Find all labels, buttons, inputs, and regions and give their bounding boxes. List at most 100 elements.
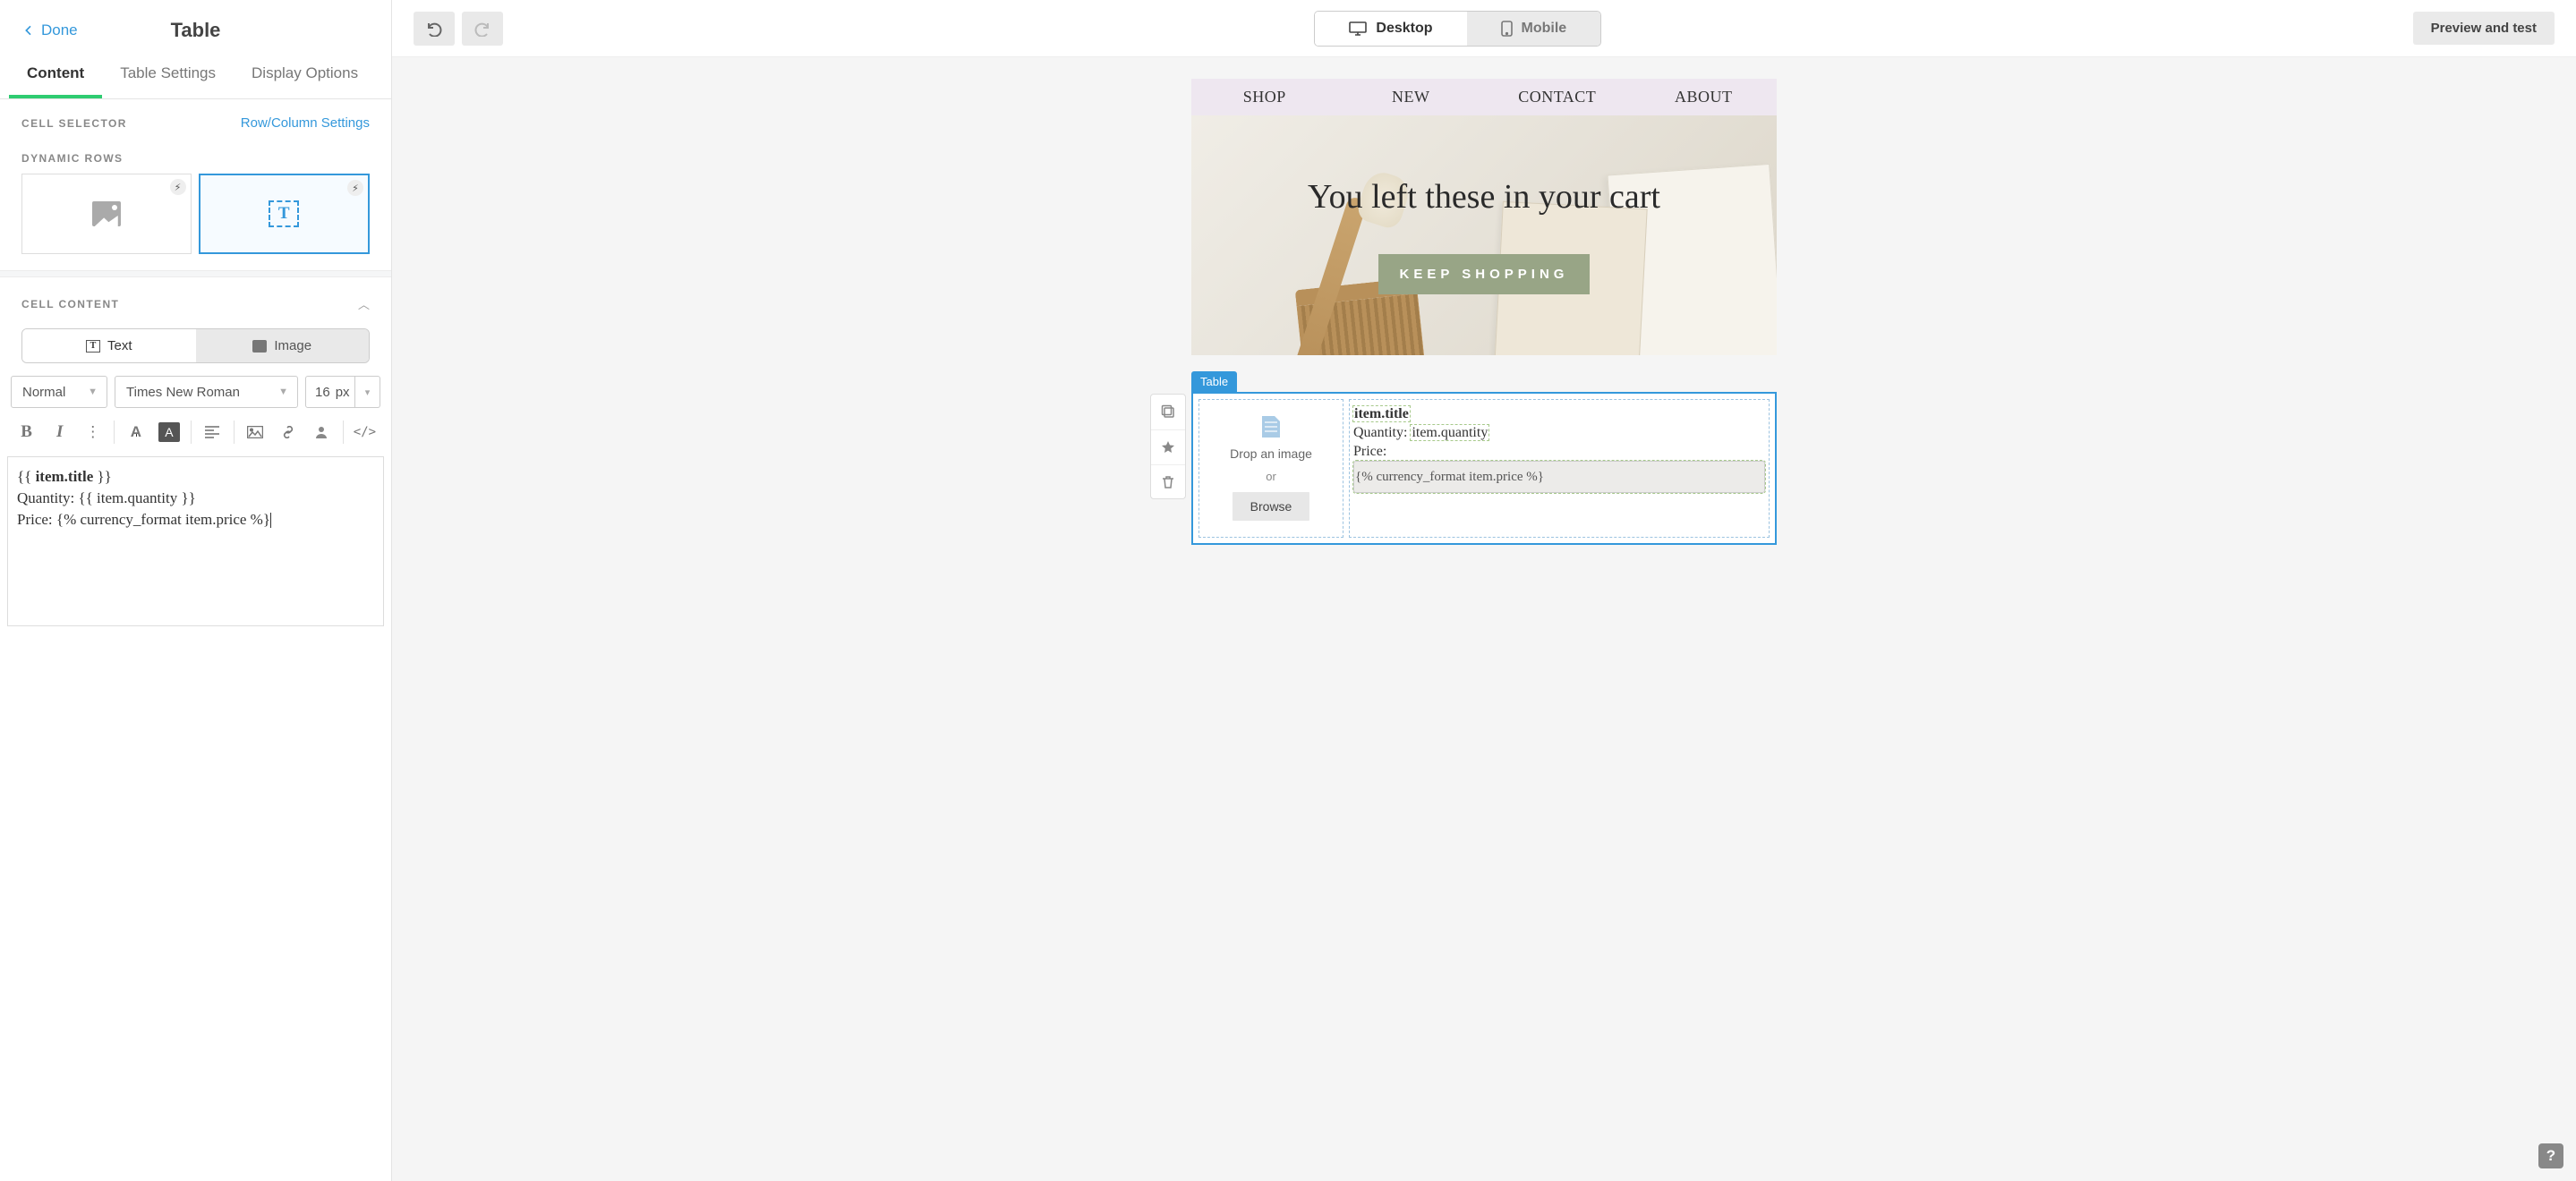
dynamic-rows-label: DYNAMIC ROWS bbox=[21, 152, 370, 165]
email-preview: SHOP NEW CONTACT ABOUT You left these in… bbox=[1191, 79, 1777, 1181]
tab-display-options[interactable]: Display Options bbox=[234, 52, 376, 98]
collapse-section-button[interactable]: ︿ bbox=[358, 295, 370, 312]
cell-selector-label: CELL SELECTOR bbox=[21, 117, 127, 130]
device-switch: Desktop Mobile bbox=[1314, 11, 1601, 47]
canvas-area: Desktop Mobile Preview and test SHOP NEW… bbox=[392, 0, 2576, 1181]
file-icon bbox=[1262, 416, 1280, 438]
tab-content[interactable]: Content bbox=[9, 52, 102, 98]
mobile-icon bbox=[1501, 21, 1513, 37]
undo-icon bbox=[425, 21, 443, 37]
panel-title: Table bbox=[171, 19, 221, 42]
desktop-icon bbox=[1349, 21, 1367, 36]
trash-icon bbox=[1162, 475, 1174, 489]
insert-link-button[interactable] bbox=[273, 417, 304, 447]
insert-personalization-button[interactable] bbox=[306, 417, 337, 447]
image-placeholder-icon bbox=[92, 201, 121, 226]
email-nav: SHOP NEW CONTACT ABOUT bbox=[1191, 79, 1777, 115]
font-family-select[interactable]: Times New Roman ▼ bbox=[115, 376, 298, 408]
font-size-unit: px bbox=[336, 385, 350, 400]
text-toolbar: B I ⋮ A A </> bbox=[0, 408, 391, 456]
content-type-text-label: Text bbox=[107, 338, 132, 353]
bolt-icon: ⚡︎ bbox=[347, 180, 363, 196]
caret-down-icon: ▼ bbox=[278, 387, 288, 397]
cell-line: Price: {% currency_format item.price %} bbox=[1353, 443, 1765, 494]
caret-down-icon: ▼ bbox=[88, 387, 98, 397]
row-column-settings-link[interactable]: Row/Column Settings bbox=[241, 115, 370, 131]
panel-tabs: Content Table Settings Display Options bbox=[0, 52, 391, 99]
editor-line: {{ item.title }} bbox=[17, 466, 374, 488]
tab-table-settings[interactable]: Table Settings bbox=[102, 52, 234, 98]
content-type-image-label: Image bbox=[274, 338, 311, 353]
align-button[interactable] bbox=[196, 417, 227, 447]
save-block-button[interactable] bbox=[1151, 429, 1185, 463]
device-desktop-label: Desktop bbox=[1376, 21, 1432, 37]
insert-image-button[interactable] bbox=[240, 417, 271, 447]
duplicate-block-button[interactable] bbox=[1151, 395, 1185, 429]
cell-line: Quantity: item.quantity bbox=[1353, 424, 1765, 443]
device-mobile[interactable]: Mobile bbox=[1467, 12, 1601, 46]
editor-side-panel: Done Table Content Table Settings Displa… bbox=[0, 0, 392, 1181]
toolbar-separator bbox=[191, 421, 192, 444]
token-item-quantity: item.quantity bbox=[1411, 425, 1488, 440]
toolbar-separator bbox=[234, 421, 235, 444]
toolbar-separator bbox=[114, 421, 115, 444]
font-size-input[interactable]: 16 px bbox=[305, 376, 355, 408]
device-mobile-label: Mobile bbox=[1522, 21, 1567, 37]
cell-line: item.title bbox=[1353, 405, 1765, 424]
drop-image-label: Drop an image bbox=[1230, 446, 1312, 461]
hero-cta-button[interactable]: KEEP SHOPPING bbox=[1378, 254, 1591, 294]
done-label: Done bbox=[41, 21, 78, 39]
bolt-icon: ⚡︎ bbox=[170, 179, 186, 195]
device-desktop[interactable]: Desktop bbox=[1315, 12, 1466, 46]
text-cell[interactable]: item.title Quantity: item.quantity Price… bbox=[1349, 399, 1770, 538]
table-block[interactable]: Drop an image or Browse item.title Quant… bbox=[1191, 392, 1777, 545]
nav-about[interactable]: ABOUT bbox=[1631, 79, 1778, 115]
italic-button[interactable]: I bbox=[44, 417, 75, 447]
redo-icon bbox=[473, 21, 491, 37]
person-icon bbox=[314, 425, 328, 439]
copy-icon bbox=[1161, 404, 1175, 419]
block-floating-tools bbox=[1150, 394, 1186, 499]
cell-content-label: CELL CONTENT bbox=[21, 298, 119, 310]
text-editor[interactable]: {{ item.title }} Quantity: {{ item.quant… bbox=[7, 456, 384, 626]
nav-contact[interactable]: CONTACT bbox=[1484, 79, 1631, 115]
code-view-button[interactable]: </> bbox=[349, 417, 380, 447]
drop-or-label: or bbox=[1266, 470, 1276, 483]
dynamic-row-image-cell[interactable]: ⚡︎ bbox=[21, 174, 192, 254]
delete-block-button[interactable] bbox=[1151, 464, 1185, 498]
bold-button[interactable]: B bbox=[11, 417, 42, 447]
canvas-toolbar: Desktop Mobile Preview and test bbox=[392, 0, 2576, 57]
undo-button[interactable] bbox=[414, 12, 455, 46]
redo-button[interactable] bbox=[462, 12, 503, 46]
hero-block[interactable]: You left these in your cart KEEP SHOPPIN… bbox=[1191, 115, 1777, 355]
editor-line: Quantity: {{ item.quantity }} bbox=[17, 488, 374, 509]
help-button[interactable]: ? bbox=[2538, 1143, 2563, 1168]
image-drop-cell[interactable]: Drop an image or Browse bbox=[1198, 399, 1343, 538]
done-button[interactable]: Done bbox=[21, 21, 78, 39]
dynamic-row-text-cell[interactable]: ⚡︎ T bbox=[199, 174, 371, 254]
preview-and-test-button[interactable]: Preview and test bbox=[2413, 12, 2555, 45]
link-icon bbox=[280, 426, 296, 438]
text-color-button[interactable]: A bbox=[120, 417, 151, 447]
more-format-button[interactable]: ⋮ bbox=[77, 417, 108, 447]
text-style-select[interactable]: Normal ▼ bbox=[11, 376, 107, 408]
star-icon bbox=[1161, 440, 1175, 455]
content-type-text[interactable]: T Text bbox=[22, 329, 196, 362]
content-type-image[interactable]: Image bbox=[196, 329, 370, 362]
section-divider bbox=[0, 270, 391, 277]
hero-title: You left these in your cart bbox=[1308, 177, 1660, 217]
nav-new[interactable]: NEW bbox=[1338, 79, 1485, 115]
browse-button[interactable]: Browse bbox=[1233, 492, 1310, 521]
table-block-tag: Table bbox=[1191, 371, 1237, 392]
image-type-icon bbox=[252, 340, 267, 353]
token-item-title: item.title bbox=[1353, 406, 1410, 421]
toolbar-separator bbox=[343, 421, 344, 444]
font-size-dropdown[interactable]: ▾ bbox=[355, 376, 380, 408]
font-size-value: 16 bbox=[315, 385, 330, 400]
arrow-left-icon bbox=[21, 23, 36, 38]
bg-color-button[interactable]: A bbox=[153, 417, 184, 447]
content-type-toggle: T Text Image bbox=[21, 328, 370, 363]
text-frame-icon: T bbox=[269, 200, 299, 227]
editor-line: Price: {% currency_format item.price %} bbox=[17, 509, 374, 531]
nav-shop[interactable]: SHOP bbox=[1191, 79, 1338, 115]
